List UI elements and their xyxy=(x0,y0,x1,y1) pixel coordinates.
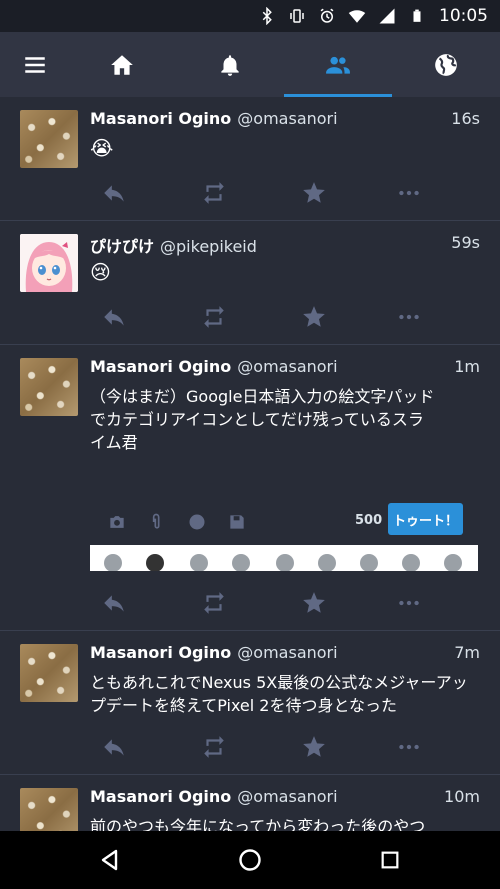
avatar[interactable] xyxy=(20,358,78,416)
paperclip-icon xyxy=(144,509,170,535)
clock-time: 10:05 xyxy=(439,6,488,26)
local-timeline-people-icon[interactable] xyxy=(313,32,363,97)
federated-globe-icon[interactable] xyxy=(421,32,471,97)
diamond-icon xyxy=(402,554,420,571)
favourite-star-icon[interactable] xyxy=(294,297,334,337)
notifications-bell-icon[interactable] xyxy=(205,32,255,97)
signal-icon xyxy=(377,6,397,26)
status-card[interactable]: Masanori Ogino @omasanori 10m 前のやつも今年になって… xyxy=(0,775,500,831)
battery-icon xyxy=(407,6,427,26)
account-handle: @omasanori xyxy=(237,357,338,376)
favourite-star-icon[interactable] xyxy=(294,583,334,623)
home-icon[interactable] xyxy=(97,32,147,97)
gear-icon xyxy=(190,554,208,571)
toot-button: トゥート！ xyxy=(388,503,463,535)
more-options-icon[interactable] xyxy=(389,173,429,213)
bluetooth-icon xyxy=(257,6,277,26)
character-count: 500 xyxy=(355,513,383,528)
account-handle: @pikepikeid xyxy=(160,237,257,256)
account-handle: @omasanori xyxy=(237,109,338,128)
avatar[interactable] xyxy=(20,110,78,168)
system-navigation-bar xyxy=(0,831,500,889)
more-options-icon[interactable] xyxy=(389,583,429,623)
timestamp: 59s xyxy=(451,233,480,252)
timestamp: 1m xyxy=(454,357,480,376)
avatar[interactable] xyxy=(20,788,78,831)
status-author[interactable]: Masanori Ogino @omasanori xyxy=(90,787,338,806)
status-card[interactable]: Masanori Ogino @omasanori 1m （今はまだ）Google… xyxy=(0,345,500,631)
avatar[interactable] xyxy=(20,644,78,702)
boost-icon[interactable] xyxy=(194,727,234,767)
flag-icon xyxy=(444,554,462,571)
avatar[interactable] xyxy=(20,234,78,292)
status-author[interactable]: Masanori Ogino @omasanori xyxy=(90,643,338,662)
slime-icon xyxy=(146,554,164,571)
display-name: Masanori Ogino xyxy=(90,787,232,806)
favourite-star-icon[interactable] xyxy=(294,173,334,213)
reply-icon[interactable] xyxy=(94,727,134,767)
floppy-save-icon xyxy=(224,509,250,535)
clock-icon xyxy=(104,554,122,571)
menu-icon[interactable] xyxy=(10,32,60,97)
reply-icon[interactable] xyxy=(94,173,134,213)
emoji-category-bar xyxy=(90,545,478,571)
back-triangle-icon[interactable] xyxy=(80,831,140,889)
ball-icon xyxy=(318,554,336,571)
status-content: 😢 xyxy=(90,260,111,284)
more-options-icon[interactable] xyxy=(389,727,429,767)
account-handle: @omasanori xyxy=(237,787,338,806)
camera-icon xyxy=(104,509,130,535)
crown-icon xyxy=(360,554,378,571)
media-attachment[interactable]: 500 トゥート！ xyxy=(90,499,478,571)
status-actions xyxy=(0,583,500,623)
globe-icon xyxy=(184,509,210,535)
timeline[interactable]: Masanori Ogino @omasanori 16s 😭 ぴけぴけ @pi… xyxy=(0,97,500,831)
status-content: ともあれこれでNexus 5X最後の公式なメジャーアップデートを終えてPixel… xyxy=(90,673,468,715)
timestamp: 10m xyxy=(444,787,480,806)
display-name: Masanori Ogino xyxy=(90,643,232,662)
account-handle: @omasanori xyxy=(237,643,338,662)
timestamp: 16s xyxy=(451,109,480,128)
display-name: ぴけぴけ xyxy=(90,237,155,256)
app-tab-bar xyxy=(0,32,500,97)
status-author[interactable]: Masanori Ogino @omasanori xyxy=(90,357,338,376)
display-name: Masanori Ogino xyxy=(90,109,232,128)
car-icon xyxy=(276,554,294,571)
status-actions xyxy=(0,727,500,767)
reply-icon[interactable] xyxy=(94,583,134,623)
boost-icon[interactable] xyxy=(194,583,234,623)
status-card[interactable]: Masanori Ogino @omasanori 7m ともあれこれでNexus… xyxy=(0,631,500,775)
status-content: 😭 xyxy=(90,136,114,160)
status-author[interactable]: ぴけぴけ @pikepikeid xyxy=(90,233,257,257)
alarm-icon xyxy=(317,6,337,26)
cake-icon xyxy=(232,554,250,571)
home-circle-icon[interactable] xyxy=(220,831,280,889)
system-status-bar: 10:05 xyxy=(0,0,500,32)
boost-icon[interactable] xyxy=(194,297,234,337)
recents-square-icon[interactable] xyxy=(360,831,420,889)
display-name: Masanori Ogino xyxy=(90,357,232,376)
reply-icon[interactable] xyxy=(94,297,134,337)
status-actions xyxy=(0,297,500,337)
status-content: （今はまだ）Google日本語入力の絵文字パッドでカテゴリアイコンとしてだけ残っ… xyxy=(90,387,435,452)
favourite-star-icon[interactable] xyxy=(294,727,334,767)
vibrate-icon xyxy=(287,6,307,26)
status-author[interactable]: Masanori Ogino @omasanori xyxy=(90,109,338,128)
status-card[interactable]: Masanori Ogino @omasanori 16s 😭 xyxy=(0,97,500,221)
status-card[interactable]: ぴけぴけ @pikepikeid 59s 😢 xyxy=(0,221,500,345)
status-content: 前のやつも今年になってから変わった後のやつ xyxy=(90,817,426,831)
timestamp: 7m xyxy=(454,643,480,662)
boost-icon[interactable] xyxy=(194,173,234,213)
wifi-icon xyxy=(347,6,367,26)
more-options-icon[interactable] xyxy=(389,297,429,337)
status-actions xyxy=(0,173,500,213)
